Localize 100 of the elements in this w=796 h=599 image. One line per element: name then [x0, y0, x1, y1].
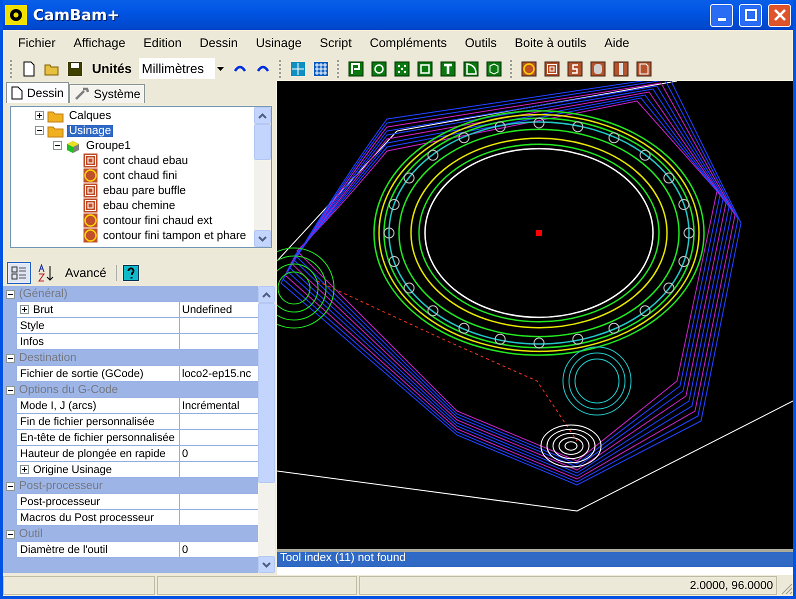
expand-icon[interactable] — [35, 111, 44, 120]
cube-icon — [65, 138, 81, 152]
categorized-button[interactable] — [7, 262, 31, 284]
text-icon[interactable] — [438, 58, 458, 78]
scroll-down-icon[interactable] — [258, 556, 275, 573]
category-label: Post-processeur — [19, 480, 103, 492]
category-label: Outil — [19, 528, 43, 540]
menu-item[interactable]: Boite à outils — [506, 36, 596, 50]
cylinder-icon[interactable] — [588, 58, 608, 78]
collapse-icon[interactable] — [6, 386, 15, 394]
arc-icon[interactable] — [460, 58, 481, 78]
close-icon — [774, 9, 786, 21]
categorized-list-icon — [11, 265, 27, 281]
collapse-icon[interactable] — [35, 126, 44, 135]
category-label: Destination — [19, 352, 77, 364]
menu-item[interactable]: Affichage — [64, 36, 134, 50]
property-name: Hauteur de plongée en rapide — [20, 448, 166, 460]
scroll-thumb[interactable] — [254, 124, 271, 160]
profile-icon — [83, 168, 98, 183]
profile-icon — [83, 213, 98, 228]
menu-item[interactable]: Usinage — [246, 36, 311, 50]
property-name: Infos — [20, 336, 44, 348]
units-label: Unités — [91, 61, 133, 76]
menu-item[interactable]: Script — [310, 36, 361, 50]
menu-item[interactable]: Edition — [134, 36, 191, 50]
pocket-icon[interactable] — [542, 58, 562, 78]
property-name: Origine Usinage — [33, 464, 112, 476]
menu-item[interactable]: Compléments — [360, 36, 456, 50]
scroll-thumb[interactable] — [258, 303, 275, 483]
rectangle-icon[interactable] — [414, 58, 435, 78]
maximize-button[interactable] — [739, 4, 762, 26]
drill-icon[interactable] — [610, 58, 631, 78]
sort-alphabetical-icon[interactable] — [37, 264, 55, 282]
property-value[interactable]: loco2-ep15.nc — [180, 366, 258, 381]
advanced-button[interactable]: Avancé — [61, 266, 110, 280]
tree-item[interactable]: contour fini tampon et phare — [101, 230, 248, 242]
units-dropdown[interactable]: Millimètres — [138, 58, 227, 79]
pocket-icon — [83, 183, 98, 198]
property-value[interactable]: Incrémental — [180, 398, 258, 413]
help-icon[interactable] — [123, 265, 140, 281]
collapse-icon[interactable] — [6, 354, 15, 362]
property-name: Mode I, J (arcs) — [20, 400, 96, 412]
page-icon — [11, 86, 23, 100]
menu-item[interactable]: Fichier — [9, 36, 65, 50]
property-name: Diamètre de l'outil — [20, 544, 108, 556]
property-name: Post-processeur — [20, 496, 100, 508]
scrollbar[interactable] — [258, 286, 275, 573]
property-value[interactable]: 0 — [180, 446, 258, 461]
property-value[interactable]: 0 — [180, 542, 258, 557]
tab[interactable]: Dessin — [6, 82, 69, 103]
log-message[interactable]: Tool index (11) not found — [277, 552, 793, 567]
property-name: Fin de fichier personnalisée — [20, 416, 155, 428]
menu-item[interactable]: Outils — [456, 36, 506, 50]
scroll-down-icon[interactable] — [254, 230, 271, 247]
scrollbar[interactable] — [254, 107, 271, 247]
pocket-icon — [83, 198, 98, 213]
points-icon[interactable] — [392, 58, 412, 78]
minimize-button[interactable] — [710, 4, 733, 26]
scroll-up-icon[interactable] — [254, 107, 271, 124]
expand-icon[interactable] — [20, 465, 29, 474]
tree-item[interactable]: Groupe1 — [84, 140, 133, 152]
engrave-icon[interactable] — [564, 58, 585, 78]
polyline-icon[interactable] — [346, 58, 366, 78]
tree-item[interactable]: cont chaud fini — [101, 170, 180, 182]
wrench-icon — [74, 87, 90, 101]
menu-item[interactable]: Dessin — [190, 36, 247, 50]
tree-item[interactable]: Calques — [67, 110, 114, 122]
profile-icon[interactable] — [518, 58, 539, 78]
tree-item[interactable]: cont chaud ebau — [101, 154, 190, 166]
minimize-icon — [718, 18, 726, 20]
collapse-icon[interactable] — [6, 482, 15, 490]
collapse-icon[interactable] — [6, 290, 15, 298]
property-name: Style — [20, 320, 44, 332]
category-label: (Général) — [19, 288, 68, 300]
menu-item[interactable]: Aide — [595, 36, 638, 50]
coordinates-readout: 2.0000, 96.0000 — [359, 576, 777, 595]
window-title: CamBam+ — [33, 6, 121, 24]
category-label: Options du G-Code — [19, 384, 118, 396]
property-name: En-tête de fichier personnalisée — [20, 432, 175, 444]
tree-item[interactable]: contour fini chaud ext — [101, 214, 214, 226]
collapse-icon[interactable] — [53, 141, 62, 150]
tree-item[interactable]: Usinage — [67, 124, 114, 136]
tree-item[interactable]: ebau chemine — [101, 200, 178, 212]
folder-icon — [47, 108, 64, 122]
profile-icon — [83, 228, 98, 243]
property-name: Fichier de sortie (GCode) — [20, 368, 144, 380]
maximize-icon — [744, 9, 756, 21]
app-logo-icon — [5, 5, 27, 25]
scroll-up-icon[interactable] — [258, 286, 275, 303]
tree-item[interactable]: ebau pare buffle — [101, 184, 188, 196]
pocket-icon — [83, 153, 98, 168]
tab[interactable]: Système — [68, 84, 146, 103]
property-name: Brut — [33, 304, 54, 316]
property-value[interactable]: Undefined — [180, 302, 258, 317]
collapse-icon[interactable] — [6, 530, 15, 538]
box-icon[interactable] — [484, 58, 504, 78]
close-button[interactable] — [768, 4, 791, 26]
property-name: Macros du Post processeur — [20, 512, 154, 524]
expand-icon[interactable] — [20, 305, 29, 314]
gcode-file-icon[interactable] — [634, 58, 654, 78]
